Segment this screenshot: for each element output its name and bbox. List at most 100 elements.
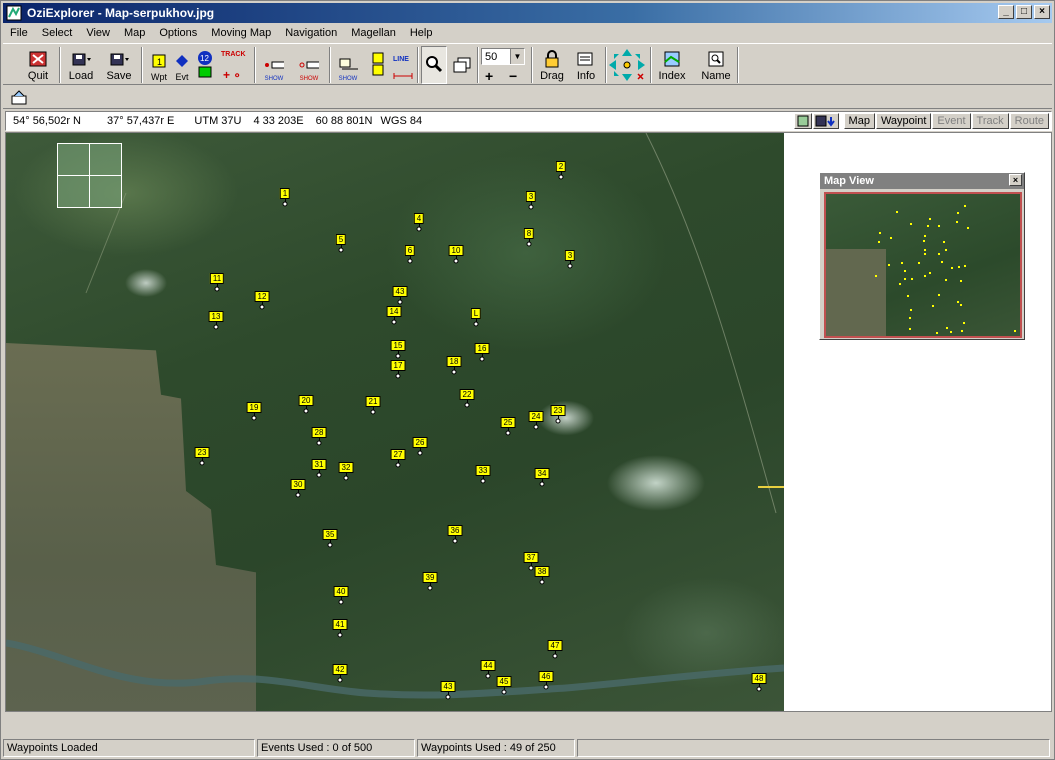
save-position-button[interactable] — [812, 113, 839, 129]
waypoint-mode-tab[interactable]: Waypoint — [875, 113, 932, 129]
waypoint-dot — [337, 677, 343, 683]
overview-waypoint-dot — [890, 237, 892, 239]
show-events-button[interactable]: SHOW — [293, 46, 325, 84]
waypoint-dot — [533, 424, 539, 430]
waypoint-dot — [552, 653, 558, 659]
waypoint-label: 45 — [496, 676, 512, 687]
route-number-icon: 12 — [198, 51, 212, 65]
overview-waypoint-dot — [938, 253, 940, 255]
route-list-icon — [339, 58, 358, 70]
waypoint-dot — [397, 299, 403, 305]
index-button[interactable]: Index — [653, 46, 691, 84]
overview-waypoint-dot — [956, 221, 958, 223]
waypoint-label: 18 — [446, 356, 462, 367]
zoom-level-select[interactable]: 50 ▼ — [481, 48, 525, 65]
menu-help[interactable]: Help — [403, 27, 440, 39]
overview-waypoint-dot — [909, 328, 911, 330]
map-mode-button[interactable]: Map — [843, 113, 875, 129]
line-tools-button[interactable] — [369, 46, 389, 84]
moving-map-icon[interactable] — [11, 90, 29, 106]
show-routes-button[interactable]: SHOW — [333, 46, 363, 84]
overview-waypoint-dot — [879, 232, 881, 234]
route-mode-tab[interactable]: Route — [1009, 113, 1049, 129]
waypoint-dot — [479, 356, 485, 362]
waypoint-dot — [417, 450, 423, 456]
overview-waypoint-dot — [1014, 330, 1016, 332]
menu-view[interactable]: View — [79, 27, 117, 39]
waypoint-label: 15 — [390, 340, 406, 351]
waypoint-dot — [338, 599, 344, 605]
map-view-close-button[interactable]: × — [1009, 174, 1022, 186]
close-button[interactable]: × — [1034, 5, 1050, 19]
menu-file[interactable]: File — [3, 27, 35, 39]
zoom-out-button[interactable]: − — [509, 68, 517, 84]
menu-moving-map[interactable]: Moving Map — [204, 27, 278, 39]
waypoint-label: 48 — [751, 673, 767, 684]
waypoint-dot — [295, 492, 301, 498]
overview-waypoint-dot — [938, 294, 940, 296]
waypoint-dot — [337, 632, 343, 638]
load-button[interactable]: Load — [65, 46, 97, 84]
menu-select[interactable]: Select — [35, 27, 80, 39]
longitude-readout: 37° 57,437r E — [107, 115, 175, 127]
waypoint-label: 23 — [550, 405, 566, 416]
line-button[interactable]: LINE — [391, 46, 415, 84]
waypoint-dot — [251, 415, 257, 421]
overview-low-res-region — [826, 249, 886, 336]
overview-waypoint-dot — [951, 267, 953, 269]
status-events: Events Used : 0 of 500 — [257, 739, 415, 757]
overview-waypoint-dot — [910, 309, 912, 311]
waypoint-list-icon — [265, 61, 284, 69]
waypoint-dot — [391, 319, 397, 325]
satellite-map[interactable]: 1 2 3 3 4 5 6 8 10 11 12 13 43 14 L 15 16 17 18 22 20 21 19 23 2… — [6, 133, 784, 711]
quit-button[interactable]: Quit — [23, 46, 53, 84]
menu-map[interactable]: Map — [117, 27, 152, 39]
overview-waypoint-dot — [964, 205, 966, 207]
pan-arrows-control[interactable] — [607, 46, 647, 84]
svg-text:12: 12 — [200, 54, 209, 63]
ozi-app-icon — [6, 5, 22, 21]
window-tool-button[interactable] — [449, 46, 475, 84]
minimize-button[interactable]: _ — [998, 5, 1014, 19]
overview-waypoint-dot — [918, 262, 920, 264]
waypoint-dot — [451, 369, 457, 375]
show-waypoints-button[interactable]: SHOW — [259, 46, 289, 84]
track-mode-tab[interactable]: Track — [971, 113, 1009, 129]
overview-waypoint-dot — [938, 225, 940, 227]
track-mode-button[interactable]: TRACK + ∘ — [219, 46, 251, 84]
waypoint-dot — [558, 174, 564, 180]
status-waypoints: Waypoints Used : 49 of 250 — [417, 739, 575, 757]
drag-button[interactable]: Drag — [537, 46, 567, 84]
menu-options[interactable]: Options — [152, 27, 204, 39]
map-view-title[interactable]: Map View × — [820, 173, 1024, 189]
waypoint-label: 47 — [547, 640, 563, 651]
save-button[interactable]: Save — [103, 46, 135, 84]
zoom-tool-button[interactable] — [421, 46, 447, 84]
waypoint-dot — [464, 402, 470, 408]
event-mode-tab[interactable]: Event — [932, 113, 971, 129]
info-button[interactable]: Info — [571, 46, 601, 84]
name-label: Name — [701, 70, 731, 82]
waypoint-label: L — [470, 308, 482, 319]
waypoint-dot — [543, 684, 549, 690]
save-label: Save — [106, 70, 132, 82]
waypoint-mode-button[interactable]: 1 Wpt — [147, 46, 171, 84]
map-view-window[interactable]: Map View × — [819, 172, 1025, 340]
event-mode-button[interactable]: Evt — [171, 46, 193, 84]
title-bar[interactable]: OziExplorer - Map-serpukhov.jpg _ □ × — [3, 3, 1052, 23]
status-extra — [577, 739, 1050, 757]
waypoint-dot — [505, 430, 511, 436]
maximize-button[interactable]: □ — [1016, 5, 1032, 19]
zoom-in-button[interactable]: + — [485, 68, 493, 84]
secondary-toolbar — [3, 87, 1052, 109]
map-view-overview[interactable] — [824, 192, 1022, 338]
name-search-button[interactable]: Name — [697, 46, 735, 84]
menu-navigation[interactable]: Navigation — [278, 27, 344, 39]
menu-magellan[interactable]: Magellan — [344, 27, 403, 39]
northing-readout: 60 88 801N — [315, 115, 373, 127]
map-image-button[interactable] — [793, 113, 812, 129]
waypoint-label: 44 — [480, 660, 496, 671]
easting-readout: 4 33 203E — [253, 115, 304, 127]
overview-waypoint-dot — [945, 249, 947, 251]
route-mode-button[interactable]: 12 — [194, 46, 216, 84]
